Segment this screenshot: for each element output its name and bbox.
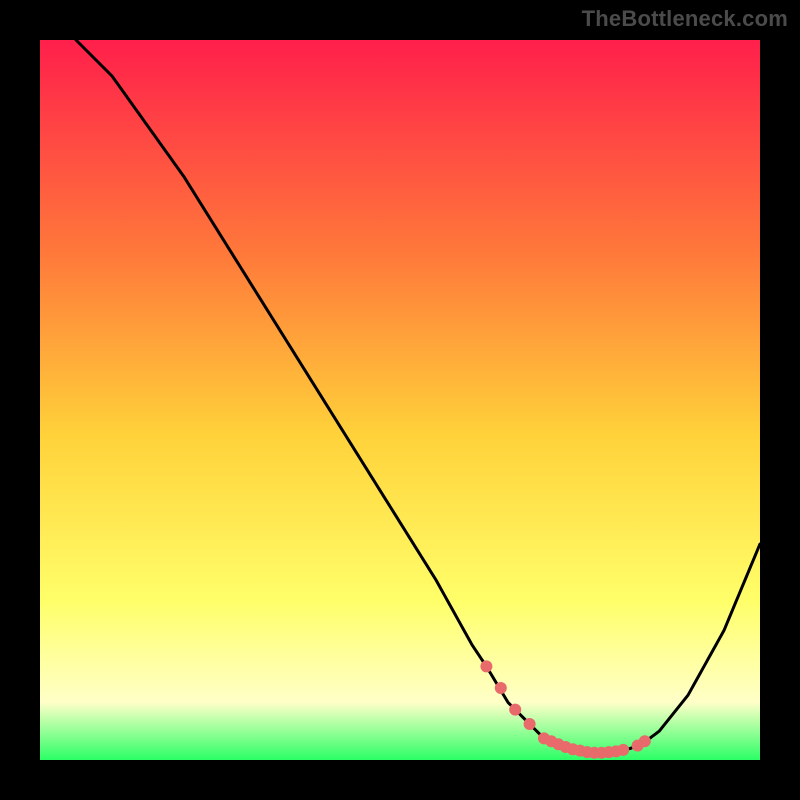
chart-frame: TheBottleneck.com bbox=[0, 0, 800, 800]
trough-marker-dot bbox=[617, 744, 629, 756]
trough-marker-dot bbox=[509, 704, 521, 716]
watermark-label: TheBottleneck.com bbox=[582, 6, 788, 32]
trough-marker-dot bbox=[524, 718, 536, 730]
trough-marker-dot bbox=[480, 660, 492, 672]
plot-area bbox=[40, 40, 760, 760]
gradient-background bbox=[40, 40, 760, 760]
trough-marker-dot bbox=[639, 735, 651, 747]
chart-svg bbox=[40, 40, 760, 760]
trough-marker-dot bbox=[495, 682, 507, 694]
